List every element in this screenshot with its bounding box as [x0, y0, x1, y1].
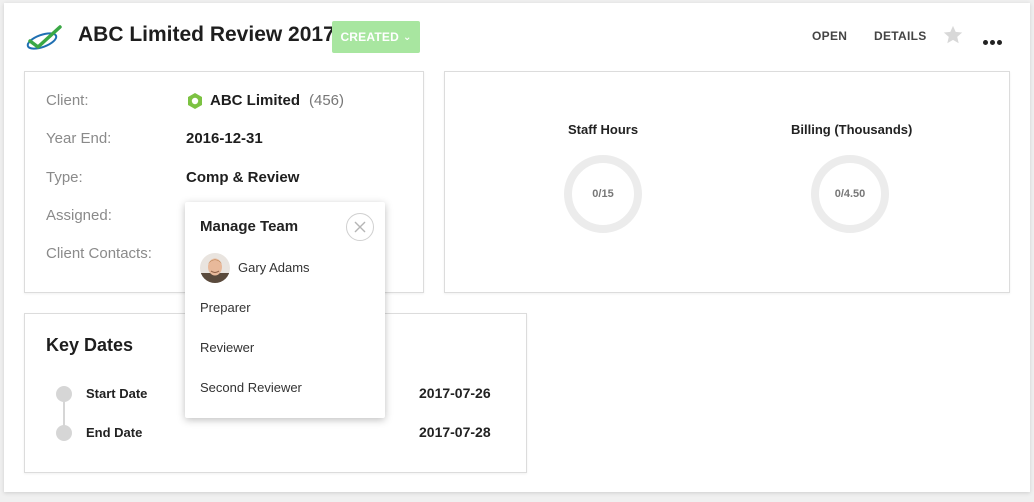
- close-icon[interactable]: [346, 213, 374, 241]
- role-preparer[interactable]: Preparer: [200, 300, 251, 315]
- timeline-dot-end: [56, 425, 72, 441]
- key-dates-title: Key Dates: [46, 335, 134, 355]
- details-link[interactable]: DETAILS: [874, 29, 927, 43]
- year-end-value: 2016-12-31: [186, 130, 263, 147]
- year-end-label: Year End:: [46, 130, 112, 147]
- more-options-icon[interactable]: [983, 32, 1007, 45]
- chevron-down-icon: ⌄: [402, 31, 412, 43]
- billing-label: Billing (Thousands): [791, 122, 913, 137]
- avatar: [200, 253, 230, 283]
- staff-hours-label: Staff Hours: [568, 122, 639, 137]
- app-logo-icon: [26, 25, 62, 50]
- page-title: ABC Limited Review 2017: [78, 23, 335, 46]
- budget-stats-panel: Staff Hours 0/15 Billing (Thousands) 0/4…: [444, 71, 1010, 293]
- start-date-label: Start Date: [86, 386, 148, 401]
- role-second-reviewer[interactable]: Second Reviewer: [200, 380, 302, 395]
- manage-team-popup: Manage Team Gary Adams Preparer Reviewer…: [185, 202, 385, 418]
- start-date-value: 2017-07-26: [419, 385, 491, 401]
- page-header: ABC Limited Review 2017 CREATED ⌄ OPEN D…: [4, 3, 1030, 69]
- manage-team-title: Manage Team: [200, 218, 299, 235]
- end-date-value: 2017-07-28: [419, 424, 491, 440]
- open-link[interactable]: OPEN: [812, 29, 847, 43]
- billing-value: 0/4.50: [834, 188, 866, 200]
- review-page: ABC Limited Review 2017 CREATED ⌄ OPEN D…: [4, 3, 1030, 492]
- star-icon[interactable]: [942, 24, 964, 46]
- status-dropdown-button[interactable]: CREATED ⌄: [332, 21, 420, 53]
- type-value: Comp & Review: [186, 169, 300, 186]
- client-id: (456): [309, 92, 345, 109]
- role-reviewer[interactable]: Reviewer: [200, 340, 254, 355]
- timeline-dot-start: [56, 386, 72, 402]
- staff-hours-value: 0/15: [592, 188, 614, 200]
- client-name-link[interactable]: ABC Limited: [210, 92, 300, 109]
- end-date-label: End Date: [86, 425, 143, 440]
- assigned-label: Assigned:: [46, 207, 112, 224]
- type-label: Type:: [46, 169, 83, 186]
- team-member-name[interactable]: Gary Adams: [238, 260, 310, 275]
- client-contacts-label: Client Contacts:: [46, 245, 152, 262]
- status-label: CREATED: [340, 30, 399, 44]
- client-label: Client:: [46, 92, 89, 109]
- client-hexagon-icon: [188, 93, 202, 109]
